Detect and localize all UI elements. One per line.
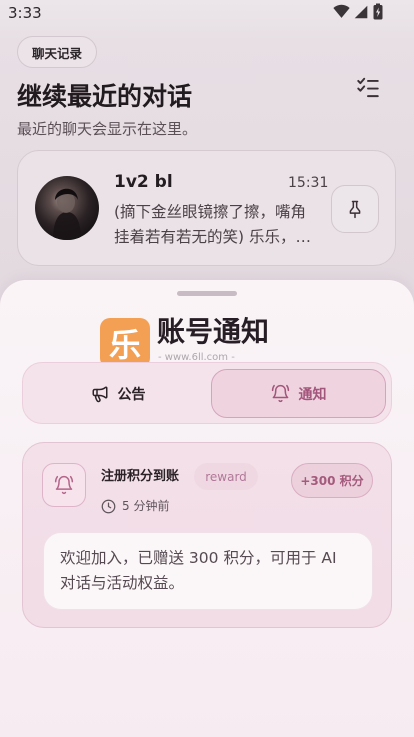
- preview-line: 挂着若有若无的笑) 乐乐，…: [114, 228, 311, 246]
- tab-label: 公告: [117, 386, 146, 403]
- tab-notifications[interactable]: 通知: [211, 369, 386, 418]
- checklist-icon: [357, 77, 379, 98]
- conversation-card[interactable]: 1v2 bl 15:31 (摘下金丝眼镜擦了擦，嘴角 挂着若有若无的笑) 乐乐，…: [17, 150, 396, 266]
- clock-icon: [101, 499, 116, 514]
- conversation-preview: (摘下金丝眼镜擦了擦，嘴角 挂着若有若无的笑) 乐乐，…: [114, 200, 311, 250]
- page-subtitle: 最近的聊天会显示在这里。: [17, 120, 198, 138]
- notification-card[interactable]: 注册积分到账 reward +300 积分 5 分钟前 欢迎加入，已赠送 300…: [22, 442, 392, 628]
- bell-ring-icon: [54, 475, 74, 495]
- signal-icon: [354, 5, 368, 19]
- tab-label: 通知: [298, 386, 327, 403]
- screen: 3:33 聊天记录 继续最近的对话 最近的聊天会显示在这里。 1v2 bl 15…: [0, 0, 414, 737]
- tab-bar: 公告 通知: [22, 362, 392, 424]
- avatar: [35, 176, 99, 240]
- bell-ring-icon: [271, 384, 289, 403]
- pin-button[interactable]: [331, 185, 379, 233]
- notification-time: 5 分钟前: [122, 499, 170, 513]
- select-mode-button[interactable]: [354, 74, 382, 102]
- page-title: 继续最近的对话: [17, 82, 193, 111]
- megaphone-icon: [92, 386, 107, 402]
- sheet-drag-handle[interactable]: [177, 291, 237, 296]
- sheet-title: 账号通知: [157, 315, 270, 348]
- message-line: 对话与活动权益。: [60, 574, 185, 592]
- notification-message: 欢迎加入，已赠送 300 积分，可用于 AI 对话与活动权益。: [43, 532, 373, 610]
- notification-tag-badge: reward: [194, 463, 258, 490]
- wifi-icon: [333, 4, 350, 18]
- notification-sheet: 乐 账号通知 - www.6ll.com - 公告 通知 注册积分到账 rewa…: [0, 280, 414, 737]
- preview-line: (摘下金丝眼镜擦了擦，嘴角: [114, 203, 307, 221]
- pin-icon: [349, 200, 361, 219]
- watermark-logo: 乐: [100, 318, 150, 368]
- notification-title: 注册积分到账: [101, 469, 180, 484]
- points-badge: +300 积分: [291, 463, 373, 498]
- chat-history-chip: 聊天记录: [17, 36, 97, 68]
- conversation-time: 15:31: [288, 175, 329, 191]
- tab-announcements[interactable]: 公告: [29, 369, 207, 418]
- battery-charging-icon: [373, 3, 383, 20]
- avatar-portrait: [53, 188, 81, 240]
- status-time: 3:33: [8, 4, 42, 22]
- message-line: 欢迎加入，已赠送 300 积分，可用于 AI: [60, 549, 337, 567]
- conversation-name: 1v2 bl: [114, 172, 173, 192]
- notification-icon-box: [42, 463, 86, 507]
